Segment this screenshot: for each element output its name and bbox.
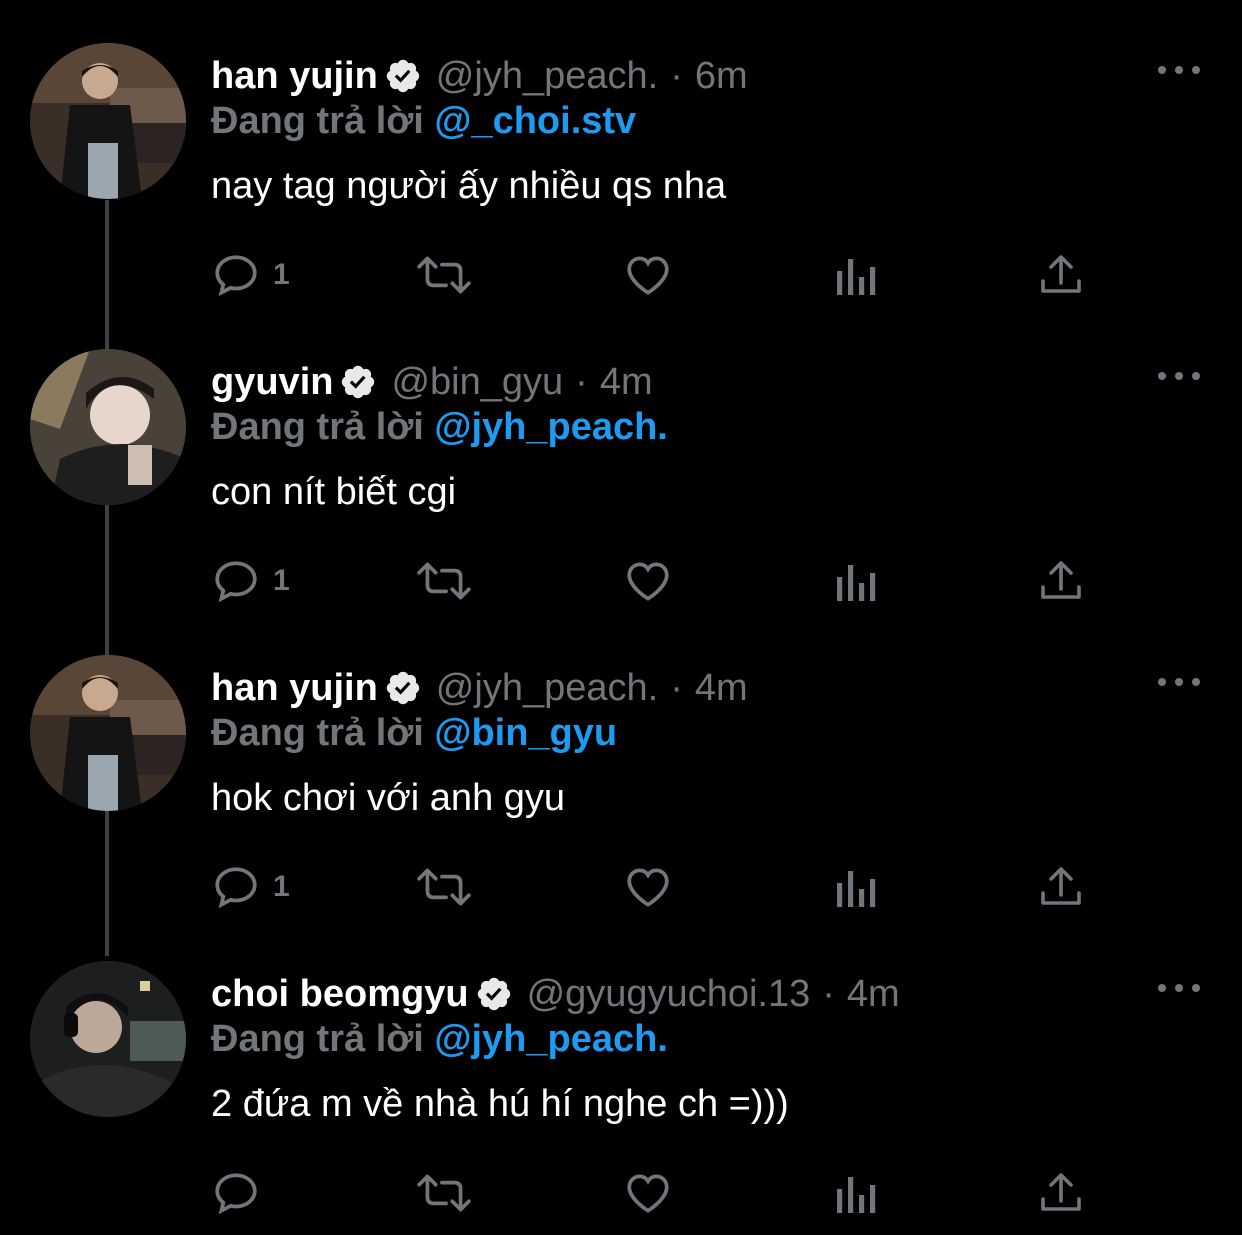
- retweet-icon: [417, 562, 471, 600]
- replying-to-label: Đang trả lời: [211, 712, 424, 754]
- share-icon: [1041, 561, 1081, 599]
- replying-to-label: Đang trả lời: [211, 100, 424, 142]
- reply-icon: [215, 1173, 257, 1215]
- tweet[interactable]: choi beomgyu @gyugyuchoi.13 · 4m Đang tr…: [0, 918, 1242, 1235]
- reply-count: 1: [273, 258, 290, 291]
- tweet[interactable]: gyuvin @bin_gyu · 4m Đang trả lời @jyh_p…: [0, 306, 1242, 612]
- user-handle[interactable]: @jyh_peach.: [436, 55, 658, 98]
- reply-button[interactable]: 1: [211, 554, 290, 608]
- tweet-actions: 1: [211, 554, 1091, 608]
- separator-dot: ·: [822, 972, 835, 1015]
- heart-icon: [627, 1174, 669, 1213]
- avatar[interactable]: [30, 43, 186, 199]
- views-icon: [837, 259, 876, 295]
- heart-icon: [627, 562, 669, 601]
- more-icon[interactable]: [1158, 58, 1200, 82]
- display-name[interactable]: han yujin: [211, 667, 378, 710]
- reply-count: 1: [273, 564, 290, 597]
- display-name[interactable]: han yujin: [211, 55, 378, 98]
- retweet-button[interactable]: [415, 1166, 473, 1220]
- reply-button[interactable]: 1: [211, 860, 290, 914]
- like-button[interactable]: [623, 1166, 673, 1220]
- retweet-button[interactable]: [415, 554, 473, 608]
- tweet-actions: [211, 1166, 1091, 1220]
- heart-icon: [627, 868, 669, 907]
- tweet-text: hok chơi với anh gyu: [211, 777, 566, 819]
- separator-dot: ·: [575, 360, 588, 403]
- replying-to-mention[interactable]: @bin_gyu: [434, 712, 617, 754]
- tweet-text: con nít biết cgi: [211, 471, 457, 513]
- verified-badge-icon: [384, 669, 422, 707]
- timestamp[interactable]: 6m: [695, 55, 748, 98]
- avatar[interactable]: [30, 961, 186, 1117]
- user-handle[interactable]: @jyh_peach.: [436, 667, 658, 710]
- replying-to: Đang trả lời @jyh_peach.: [211, 406, 668, 449]
- replying-to-mention[interactable]: @jyh_peach.: [434, 1018, 667, 1060]
- share-button[interactable]: [1037, 554, 1085, 608]
- reply-icon: [215, 867, 257, 909]
- replying-to-label: Đang trả lời: [211, 406, 424, 448]
- avatar[interactable]: [30, 655, 186, 811]
- verified-badge-icon: [384, 57, 422, 95]
- tweet-text: 2 đứa m về nhà hú hí nghe ch =))): [211, 1083, 789, 1125]
- tweet[interactable]: han yujin @jyh_peach. · 4m Đang trả lời …: [0, 612, 1242, 918]
- like-button[interactable]: [623, 860, 673, 914]
- display-name[interactable]: gyuvin: [211, 361, 333, 404]
- views-button[interactable]: [833, 554, 877, 608]
- tweet[interactable]: han yujin @jyh_peach. · 6m Đang trả lời …: [0, 0, 1242, 306]
- reply-icon: [215, 561, 257, 603]
- tweet-header: choi beomgyu @gyugyuchoi.13 · 4m: [211, 968, 900, 1020]
- tweet-text: nay tag người ấy nhiều qs nha: [211, 165, 727, 207]
- share-icon: [1041, 1173, 1081, 1211]
- tweet-header: han yujin @jyh_peach. · 6m: [211, 50, 748, 102]
- heart-icon: [627, 256, 669, 295]
- views-icon: [837, 871, 876, 907]
- reply-button[interactable]: 1: [211, 248, 290, 302]
- separator-dot: ·: [670, 666, 683, 709]
- views-icon: [837, 1177, 876, 1213]
- tweet-actions: 1: [211, 860, 1091, 914]
- share-button[interactable]: [1037, 1166, 1085, 1220]
- avatar[interactable]: [30, 349, 186, 505]
- replying-to-mention[interactable]: @jyh_peach.: [434, 406, 667, 448]
- reply-button[interactable]: [211, 1166, 273, 1220]
- replying-to: Đang trả lời @jyh_peach.: [211, 1018, 668, 1061]
- verified-badge-icon: [339, 363, 377, 401]
- like-button[interactable]: [623, 554, 673, 608]
- tweet-header: han yujin @jyh_peach. · 4m: [211, 662, 748, 714]
- share-icon: [1041, 867, 1081, 905]
- retweet-icon: [417, 1174, 471, 1212]
- more-icon[interactable]: [1158, 670, 1200, 694]
- separator-dot: ·: [670, 54, 683, 97]
- share-button[interactable]: [1037, 248, 1085, 302]
- replying-to-mention[interactable]: @_choi.stv: [434, 100, 636, 142]
- replying-to: Đang trả lời @bin_gyu: [211, 712, 617, 755]
- timestamp[interactable]: 4m: [600, 361, 653, 404]
- views-button[interactable]: [833, 860, 877, 914]
- share-icon: [1041, 255, 1081, 293]
- timestamp[interactable]: 4m: [695, 667, 748, 710]
- replying-to-label: Đang trả lời: [211, 1018, 424, 1060]
- reply-icon: [215, 255, 257, 297]
- retweet-button[interactable]: [415, 860, 473, 914]
- replying-to: Đang trả lời @_choi.stv: [211, 100, 636, 143]
- share-button[interactable]: [1037, 860, 1085, 914]
- display-name[interactable]: choi beomgyu: [211, 973, 469, 1016]
- more-icon[interactable]: [1158, 976, 1200, 1000]
- retweet-icon: [417, 868, 471, 906]
- retweet-icon: [417, 256, 471, 294]
- tweet-header: gyuvin @bin_gyu · 4m: [211, 356, 653, 408]
- views-button[interactable]: [833, 1166, 877, 1220]
- views-icon: [837, 565, 876, 601]
- verified-badge-icon: [475, 975, 513, 1013]
- tweet-actions: 1: [211, 248, 1091, 302]
- user-handle[interactable]: @gyugyuchoi.13: [527, 973, 811, 1016]
- reply-count: 1: [273, 870, 290, 903]
- like-button[interactable]: [623, 248, 673, 302]
- timestamp[interactable]: 4m: [847, 973, 900, 1016]
- more-icon[interactable]: [1158, 364, 1200, 388]
- user-handle[interactable]: @bin_gyu: [391, 361, 563, 404]
- retweet-button[interactable]: [415, 248, 473, 302]
- views-button[interactable]: [833, 248, 877, 302]
